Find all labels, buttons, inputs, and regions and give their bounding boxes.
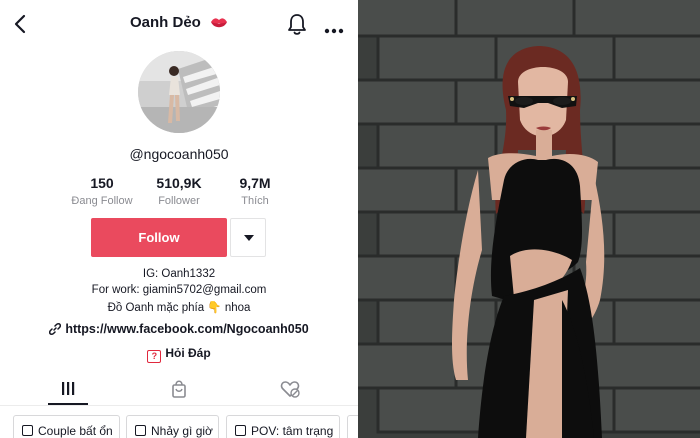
notification-button[interactable] [287, 12, 307, 41]
playlist-label: Couple bất ổn [38, 424, 113, 438]
tab-shop[interactable] [164, 378, 194, 400]
bio-line: Đồ Oanh mặc phía 👇 nhoa [107, 302, 251, 314]
suggested-accounts-button[interactable] [230, 218, 266, 257]
link-icon [49, 323, 62, 335]
divider [0, 405, 358, 406]
playlist-icon [135, 425, 146, 436]
tab-liked[interactable] [275, 378, 305, 400]
avatar[interactable] [138, 51, 220, 133]
bio-line: IG: Oanh1332 [142, 268, 216, 280]
profile-link-text: https://www.facebook.com/Ngocoanh050 [65, 322, 309, 336]
bio-line: For work: giamin5702@gmail.com [91, 284, 267, 296]
more-dots-icon [324, 28, 344, 34]
follow-button[interactable]: Follow [91, 218, 227, 257]
lips-icon [211, 18, 227, 28]
stat-value: 9,7M [239, 175, 271, 191]
profile-link[interactable]: https://www.facebook.com/Ngocoanh050 [0, 322, 358, 336]
caret-down-icon [244, 235, 254, 241]
stat-likes[interactable]: 9,7M Thích [210, 175, 300, 207]
playlist-chip[interactable]: Couple bất ổn [13, 415, 120, 438]
playlist-icon [22, 425, 33, 436]
photo-panel [358, 0, 700, 438]
woman-in-black-dress-photo [358, 0, 700, 438]
playlist-chip[interactable]: POV: tâm trạng [226, 415, 340, 438]
bell-icon [288, 14, 306, 35]
more-button[interactable] [324, 21, 344, 39]
qa-button[interactable]: ? Hỏi Đáp [0, 346, 358, 363]
playlist-chip[interactable] [347, 415, 358, 438]
top-bar: Oanh Dẻo [0, 0, 358, 48]
playlist-label: Nhảy gì giờ [151, 424, 213, 438]
avatar-photo [138, 51, 220, 133]
shopping-bag-icon [172, 380, 186, 398]
grid-icon [62, 382, 75, 395]
playlist-chip[interactable]: Nhảy gì giờ [126, 415, 219, 438]
tab-videos[interactable] [53, 378, 83, 400]
qa-label: Hỏi Đáp [165, 346, 211, 360]
playlist-label: POV: tâm trạng [251, 424, 334, 438]
question-icon: ? [147, 350, 162, 363]
playlist-icon [235, 425, 246, 436]
username: @ngocoanh050 [129, 146, 229, 162]
profile-name: Oanh Dẻo [129, 14, 201, 31]
stat-label: Thích [241, 195, 269, 207]
profile-panel: Oanh Dẻo @ngocoanh050 150 Đang Follow 51… [0, 0, 358, 438]
heart-hidden-icon [280, 381, 300, 398]
